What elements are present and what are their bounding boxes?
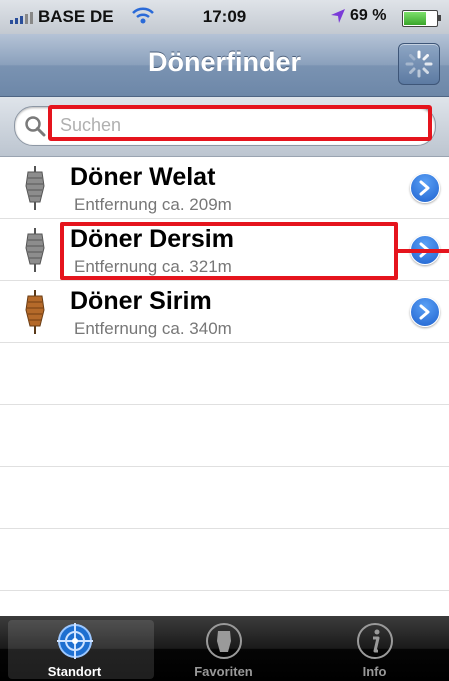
chevron-right-icon	[419, 242, 430, 258]
doner-spit-icon	[22, 290, 48, 339]
doner-spit-icon	[22, 228, 48, 277]
empty-row	[0, 529, 449, 591]
detail-disclosure-button[interactable]	[410, 297, 440, 327]
navigation-bar: Dönerfinder	[0, 34, 449, 97]
item-name: Döner Dersim	[70, 225, 234, 253]
target-icon	[55, 621, 95, 666]
battery-percent: 69 %	[350, 7, 387, 24]
empty-row	[0, 405, 449, 467]
item-name: Döner Sirim	[70, 287, 212, 315]
page-title: Dönerfinder	[147, 47, 301, 77]
tab-bar: Standort Favoriten Info	[0, 616, 449, 681]
doner-list: Döner Welat Entfernung ca. 209m Döner De…	[0, 157, 449, 591]
list-item[interactable]: Döner Welat Entfernung ca. 209m	[0, 157, 449, 219]
item-name: Döner Welat	[70, 163, 216, 191]
list-item[interactable]: Döner Dersim Entfernung ca. 321m	[0, 219, 449, 281]
refresh-button[interactable]	[398, 43, 440, 85]
tab-label: Standort	[47, 664, 102, 679]
list-item[interactable]: Döner Sirim Entfernung ca. 340m	[0, 281, 449, 343]
chevron-right-icon	[419, 304, 430, 320]
item-distance: Entfernung ca. 321m	[74, 257, 232, 276]
status-bar: BASE DE 17:09 69 %	[0, 0, 449, 34]
tab-favoriten[interactable]: Favoriten	[149, 616, 298, 681]
empty-row	[0, 343, 449, 405]
chevron-right-icon	[419, 180, 430, 196]
item-distance: Entfernung ca. 209m	[74, 195, 232, 214]
info-icon	[355, 621, 395, 666]
tab-standort[interactable]: Standort	[0, 616, 154, 681]
detail-disclosure-button[interactable]	[410, 173, 440, 203]
search-input[interactable]	[60, 112, 420, 138]
tab-label: Favoriten	[194, 664, 253, 679]
doner-icon	[204, 621, 244, 666]
detail-disclosure-button[interactable]	[410, 235, 440, 265]
tab-label: Info	[362, 664, 387, 679]
location-arrow-icon	[330, 8, 346, 29]
empty-row	[0, 467, 449, 529]
doner-spit-icon	[22, 166, 48, 215]
activity-spinner-icon	[405, 50, 433, 78]
search-icon	[24, 115, 46, 142]
battery-icon	[402, 10, 441, 27]
search-bar	[0, 97, 449, 157]
item-distance: Entfernung ca. 340m	[74, 319, 232, 338]
tab-info[interactable]: Info	[300, 616, 449, 681]
